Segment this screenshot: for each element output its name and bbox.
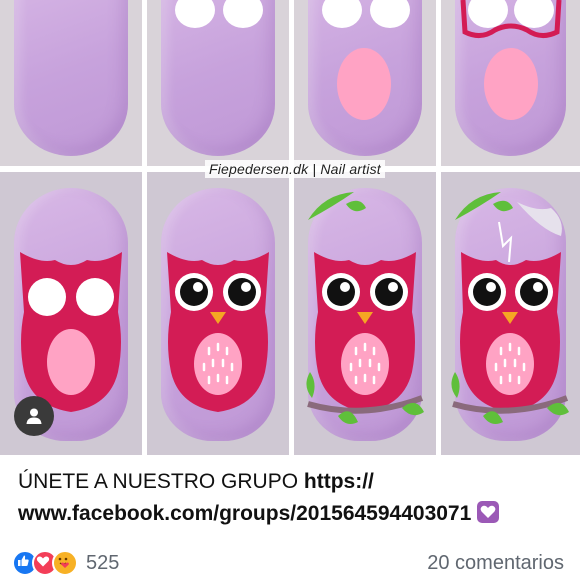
step-1-panel: [0, 0, 142, 166]
step-3-panel: [294, 0, 436, 166]
purple-heart-emoji-icon: [477, 501, 500, 523]
photo-watermark: Fiepedersen.dk | Nail artist: [205, 160, 385, 178]
owl-outline-start: [460, 0, 562, 120]
step-2-panel: [147, 0, 289, 166]
step-6-panel: [147, 172, 289, 455]
person-icon: [26, 408, 42, 424]
owl-finished: [451, 192, 569, 424]
care-reaction-icon: [52, 550, 78, 576]
owl-with-leaves: [306, 192, 424, 424]
post-footer: 525 20 comentarios: [12, 548, 564, 578]
caption-text: ÚNETE A NUESTRO GRUPO: [18, 470, 304, 493]
comments-count-link[interactable]: 20 comentarios: [427, 552, 564, 575]
step-8-panel: [441, 172, 580, 455]
reaction-count: 525: [86, 551, 120, 574]
tagged-person-button[interactable]: [14, 396, 54, 436]
post-photo[interactable]: Fiepedersen.dk | Nail artist: [0, 0, 580, 455]
owl-eyes-white: [175, 0, 263, 28]
owl-with-eyes: [167, 252, 269, 412]
step-7-panel: [294, 172, 436, 455]
nail-base: [14, 0, 128, 156]
post-caption: ÚNETE A NUESTRO GRUPO https:// www.faceb…: [18, 466, 568, 530]
owl-eyes-and-belly: [322, 0, 410, 120]
step-4-panel: [441, 0, 580, 166]
reactions-summary[interactable]: 525: [12, 550, 119, 576]
